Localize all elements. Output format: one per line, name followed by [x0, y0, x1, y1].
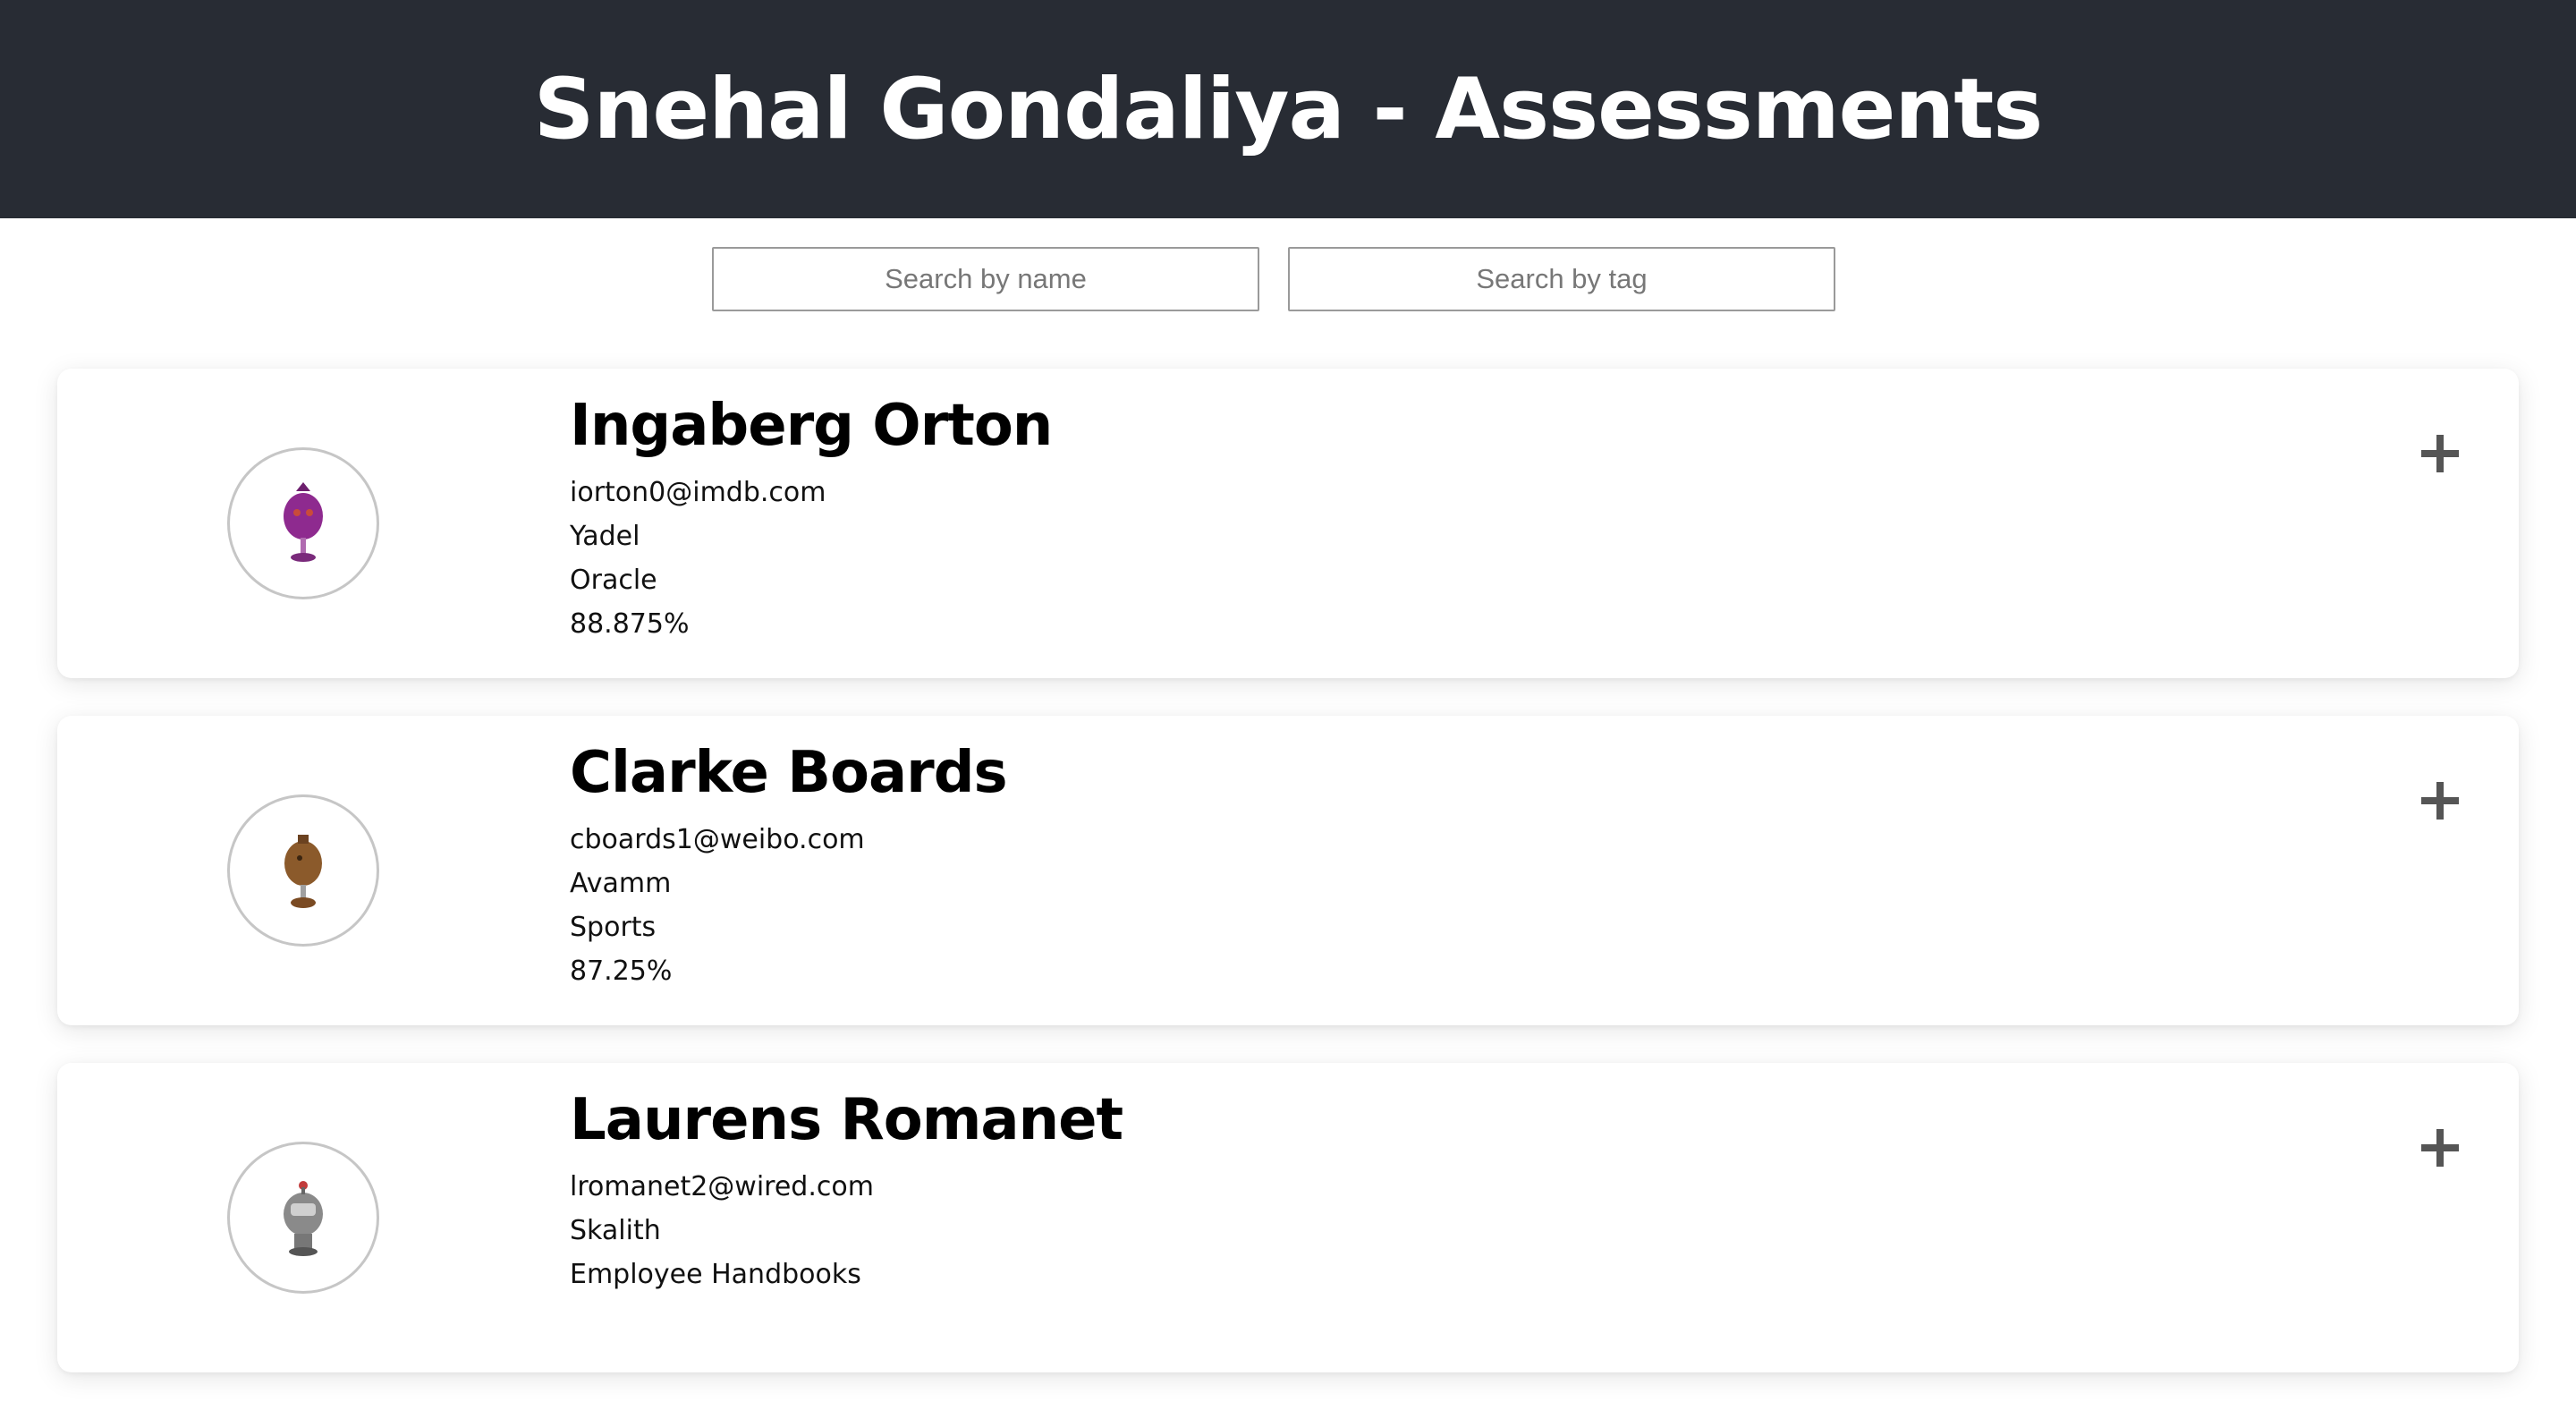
expand-button[interactable] — [2413, 428, 2467, 481]
student-email: cboards1@weibo.com — [570, 824, 865, 855]
student-company: Yadel — [570, 521, 640, 552]
plus-icon — [2421, 781, 2459, 820]
student-average: 88.875% — [570, 608, 690, 640]
expand-button[interactable] — [2413, 775, 2467, 828]
student-card: Ingaberg Orton iorton0@imdb.com Yadel Or… — [57, 369, 2519, 678]
student-skill: Employee Handbooks — [570, 1259, 861, 1290]
search-by-tag-input[interactable] — [1288, 247, 1835, 311]
brown-robot-icon — [284, 835, 322, 908]
search-bar — [0, 247, 2576, 311]
student-name: Clarke Boards — [570, 740, 1008, 806]
avatar — [227, 794, 379, 947]
gray-robot-icon — [284, 1181, 323, 1256]
student-name: Laurens Romanet — [570, 1087, 1123, 1153]
purple-robot-icon — [284, 482, 323, 562]
avatar — [227, 1142, 379, 1294]
student-info: Laurens Romanet lromanet2@wired.com Skal… — [570, 1086, 1123, 1296]
student-card: Clarke Boards cboards1@weibo.com Avamm S… — [57, 716, 2519, 1025]
page-title: Snehal Gondaliya - Assessments — [533, 60, 2043, 158]
student-email: lromanet2@wired.com — [570, 1171, 874, 1202]
plus-icon — [2421, 1128, 2459, 1167]
expand-button[interactable] — [2413, 1122, 2467, 1176]
student-average: 87.25% — [570, 956, 673, 987]
search-by-name-input[interactable] — [712, 247, 1259, 311]
student-email: iorton0@imdb.com — [570, 477, 826, 508]
plus-icon — [2421, 434, 2459, 472]
student-company: Skalith — [570, 1215, 661, 1246]
student-info: Ingaberg Orton iorton0@imdb.com Yadel Or… — [570, 392, 1053, 646]
page-header: Snehal Gondaliya - Assessments — [0, 0, 2576, 218]
student-skill: Sports — [570, 912, 657, 943]
avatar — [227, 447, 379, 599]
student-skill: Oracle — [570, 565, 657, 596]
student-info: Clarke Boards cboards1@weibo.com Avamm S… — [570, 739, 1008, 993]
student-list: Ingaberg Orton iorton0@imdb.com Yadel Or… — [57, 369, 2519, 1410]
student-card: Laurens Romanet lromanet2@wired.com Skal… — [57, 1063, 2519, 1372]
student-name: Ingaberg Orton — [570, 393, 1053, 459]
student-company: Avamm — [570, 868, 672, 899]
